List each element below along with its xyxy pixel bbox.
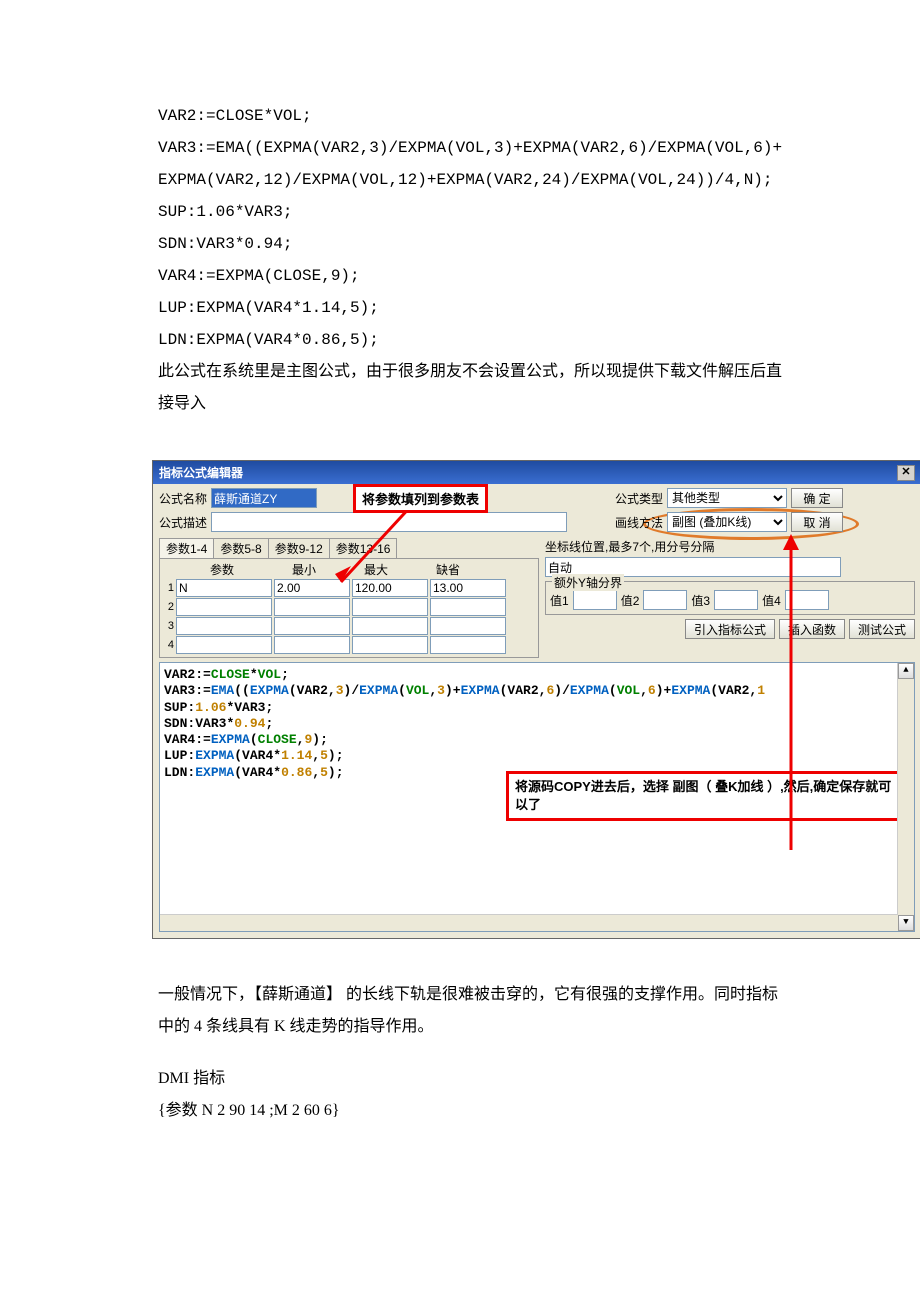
insert-function-button[interactable]: 插入函数	[779, 619, 845, 639]
param-min-input[interactable]	[274, 598, 350, 616]
formula-code-editor[interactable]: VAR2:=CLOSE*VOL; VAR3:=EMA((EXPMA(VAR2,3…	[159, 662, 915, 932]
annotation-copy-source: 将源码COPY进去后，选择 副图（ 叠K加线 ）,然后,确定保存就可以了	[506, 771, 904, 821]
test-formula-button[interactable]: 测试公式	[849, 619, 915, 639]
param-grid: 参数 最小 最大 缺省 1 2	[159, 558, 539, 658]
window-titlebar[interactable]: 指标公式编辑器 ✕	[153, 461, 920, 484]
code-line: VAR2:=CLOSE*VOL;	[158, 100, 790, 132]
param-max-input[interactable]	[352, 617, 428, 635]
scroll-down-icon[interactable]: ▼	[898, 915, 914, 931]
col-param: 参数	[176, 561, 268, 578]
param-name-input[interactable]	[176, 617, 272, 635]
y1-input[interactable]	[573, 590, 617, 610]
y2-label: 值2	[621, 592, 640, 609]
param-row: 4	[162, 636, 536, 654]
dmi-title: DMI 指标	[158, 1063, 790, 1095]
col-max: 最大	[340, 561, 412, 578]
annotation-params: 将参数填列到参数表	[353, 484, 488, 513]
param-name-input[interactable]	[176, 598, 272, 616]
param-def-input[interactable]	[430, 579, 506, 597]
ok-button[interactable]: 确 定	[791, 488, 843, 508]
tab-params-9-12[interactable]: 参数9-12	[268, 538, 330, 558]
formula-type-select[interactable]: 其他类型	[667, 488, 787, 508]
y4-label: 值4	[762, 592, 781, 609]
yaxis-label: 额外Y轴分界	[552, 574, 624, 591]
draw-method-select[interactable]: 副图 (叠加K线)	[667, 512, 787, 532]
param-min-input[interactable]	[274, 579, 350, 597]
coord-label: 坐标线位置,最多7个,用分号分隔	[545, 538, 915, 555]
param-name-input[interactable]	[176, 579, 272, 597]
y2-input[interactable]	[643, 590, 687, 610]
param-max-input[interactable]	[352, 636, 428, 654]
code-line: VAR3:=EMA((EXPMA(VAR2,3)/EXPMA(VOL,3)+EX…	[158, 132, 790, 196]
formula-desc-input[interactable]	[211, 512, 567, 532]
code-line: SDN:VAR3*0.94;	[158, 228, 790, 260]
y1-label: 值1	[550, 592, 569, 609]
y3-label: 值3	[691, 592, 710, 609]
tab-params-1-4[interactable]: 参数1-4	[159, 538, 214, 558]
vertical-scrollbar[interactable]: ▲ ▼	[897, 663, 914, 931]
code-line: SUP:1.06*VAR3;	[158, 196, 790, 228]
tab-params-13-16[interactable]: 参数13-16	[329, 538, 398, 558]
draw-label: 画线方法	[615, 514, 663, 531]
close-icon[interactable]: ✕	[897, 465, 915, 481]
param-name-input[interactable]	[176, 636, 272, 654]
param-def-input[interactable]	[430, 617, 506, 635]
param-min-input[interactable]	[274, 636, 350, 654]
code-line: VAR4:=EXPMA(CLOSE,9);	[158, 260, 790, 292]
tab-params-5-8[interactable]: 参数5-8	[213, 538, 268, 558]
param-max-input[interactable]	[352, 598, 428, 616]
param-row: 2	[162, 598, 536, 616]
cancel-button[interactable]: 取 消	[791, 512, 843, 532]
param-def-input[interactable]	[430, 598, 506, 616]
param-def-input[interactable]	[430, 636, 506, 654]
y3-input[interactable]	[714, 590, 758, 610]
param-row: 1	[162, 579, 536, 597]
param-min-input[interactable]	[274, 617, 350, 635]
param-row: 3	[162, 617, 536, 635]
type-label: 公式类型	[615, 490, 663, 507]
horizontal-scrollbar[interactable]: ◀ ▶	[160, 914, 898, 931]
scroll-up-icon[interactable]: ▲	[898, 663, 914, 679]
yaxis-group: 额外Y轴分界 值1 值2 值3 值4	[545, 581, 915, 615]
explanation-text: 一般情况下，【薛斯通道】 的长线下轨是很难被击穿的，它有很强的支撑作用。同时指标…	[158, 979, 790, 1043]
note-text: 此公式在系统里是主图公式，由于很多朋友不会设置公式，所以现提供下载文件解压后直接…	[158, 356, 790, 420]
code-line: LUP:EXPMA(VAR4*1.14,5);	[158, 292, 790, 324]
desc-label: 公式描述	[159, 514, 211, 531]
formula-editor-window: 指标公式编辑器 ✕ 将参数填列到参数表	[152, 460, 920, 939]
param-max-input[interactable]	[352, 579, 428, 597]
name-label: 公式名称	[159, 490, 211, 507]
formula-name-input[interactable]	[211, 488, 317, 508]
import-formula-button[interactable]: 引入指标公式	[685, 619, 775, 639]
y4-input[interactable]	[785, 590, 829, 610]
code-line: LDN:EXPMA(VAR4*0.86,5);	[158, 324, 790, 356]
col-min: 最小	[268, 561, 340, 578]
col-def: 缺省	[412, 561, 484, 578]
window-title: 指标公式编辑器	[159, 464, 243, 481]
dmi-params: {参数 N 2 90 14 ;M 2 60 6}	[158, 1095, 790, 1127]
formula-code-block: VAR2:=CLOSE*VOL; VAR3:=EMA((EXPMA(VAR2,3…	[158, 100, 790, 356]
